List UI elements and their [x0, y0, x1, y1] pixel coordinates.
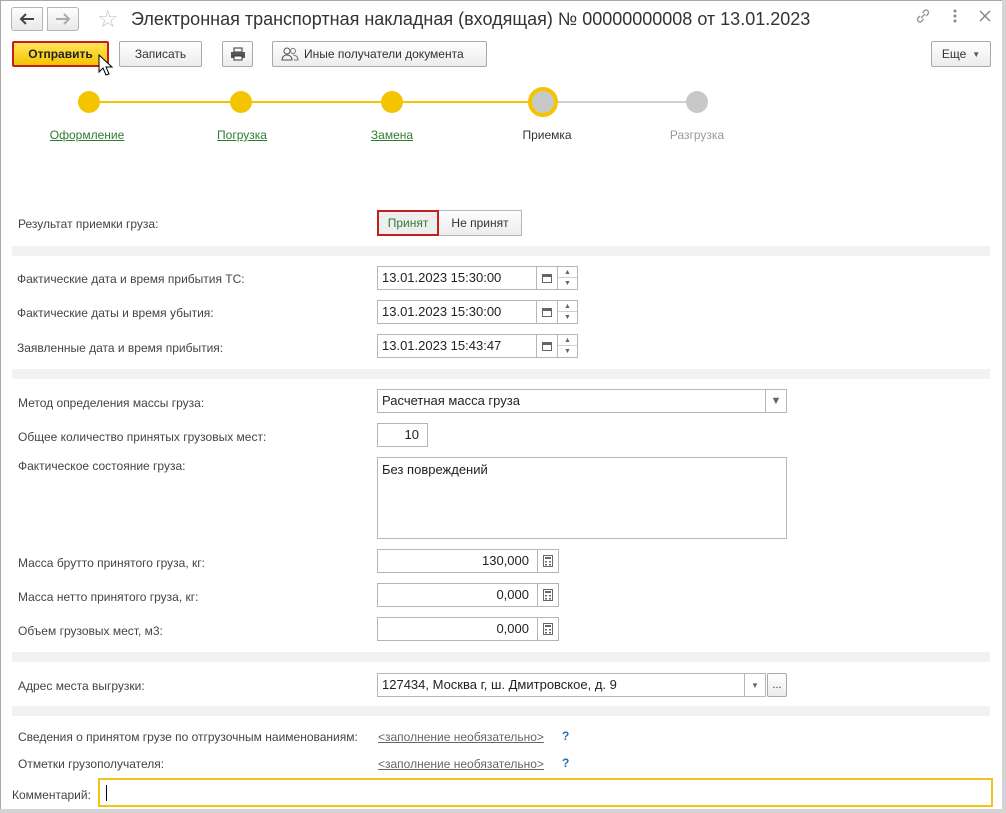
mouse-cursor-icon [98, 54, 114, 76]
save-button-label: Записать [134, 47, 187, 61]
step-dot-loading [230, 91, 252, 113]
step-unloading: Разгрузка [669, 128, 725, 142]
chevron-down-icon[interactable]: ▼ [745, 673, 766, 697]
declared-arrival-field[interactable]: 13.01.2023 15:43:47 [377, 334, 537, 358]
calculator-icon[interactable] [538, 617, 559, 641]
mass-method-select[interactable]: Расчетная масса груза [377, 389, 766, 413]
gross-mass-field[interactable]: 130,000 [377, 549, 538, 573]
calendar-icon[interactable] [537, 266, 558, 290]
link-icon[interactable] [915, 8, 931, 29]
acceptance-result-label: Результат приемки груза: [18, 217, 159, 231]
volume-label: Объем грузовых мест, м3: [18, 624, 163, 638]
arrival-spinner[interactable]: ▲ ▼ [558, 266, 578, 290]
consignee-marks-link[interactable]: <заполнение необязательно> [378, 757, 544, 771]
address-select-label: ... [772, 679, 782, 691]
star-icon[interactable]: ☆ [97, 5, 119, 34]
kebab-menu-icon[interactable] [952, 8, 958, 29]
progress-line-done [89, 101, 542, 103]
address-select-button[interactable]: ... [767, 673, 787, 697]
calendar-icon[interactable] [537, 300, 558, 324]
section-divider [12, 706, 990, 716]
calculator-icon[interactable] [538, 583, 559, 607]
help-icon[interactable]: ? [562, 729, 569, 743]
section-divider [12, 369, 990, 379]
save-button[interactable]: Записать [119, 41, 202, 67]
arrival-datetime-field[interactable]: 13.01.2023 15:30:00 [377, 266, 537, 290]
volume-field[interactable]: 0,000 [377, 617, 538, 641]
other-recipients-button[interactable]: Иные получатели документа [272, 41, 487, 67]
consignee-marks-label: Отметки грузополучателя: [18, 757, 165, 771]
places-count-label: Общее количество принятых грузовых мест: [18, 430, 267, 444]
calculator-icon[interactable] [538, 549, 559, 573]
step-dot-acceptance [528, 87, 558, 117]
step-acceptance: Приемка [522, 128, 572, 142]
section-divider [12, 246, 990, 256]
departure-spinner[interactable]: ▲ ▼ [558, 300, 578, 324]
accepted-items-link[interactable]: <заполнение необязательно> [378, 730, 544, 744]
comment-field[interactable] [98, 778, 993, 807]
print-button[interactable] [222, 41, 253, 67]
window-shadow-right [1002, 0, 1006, 813]
step-replacement[interactable]: Замена [371, 128, 413, 142]
arrow-left-icon [19, 13, 34, 25]
more-button-label: Еще [941, 47, 967, 61]
net-mass-field[interactable]: 0,000 [377, 583, 538, 607]
declared-arrival-label: Заявленные дата и время прибытия: [17, 341, 224, 355]
text-caret [106, 784, 107, 801]
places-count-field[interactable]: 10 [377, 423, 428, 447]
users-icon [281, 47, 299, 61]
gross-mass-label: Масса брутто принятого груза, кг: [18, 556, 205, 570]
section-divider [12, 652, 990, 662]
step-dot-registration [78, 91, 100, 113]
send-button-label: Отправить [28, 47, 93, 61]
accepted-toggle[interactable]: Принят [377, 210, 439, 236]
back-button[interactable] [11, 7, 43, 31]
chevron-down-icon[interactable]: ▼ [766, 389, 787, 413]
cargo-state-field[interactable]: Без повреждений [377, 457, 787, 539]
arrow-right-icon [56, 13, 71, 25]
more-button[interactable]: Еще ▼ [931, 41, 991, 67]
other-recipients-label: Иные получатели документа [304, 47, 464, 61]
help-icon[interactable]: ? [562, 756, 569, 770]
unload-address-field[interactable]: 127434, Москва г, ш. Дмитровское, д. 9 [377, 673, 745, 697]
step-loading[interactable]: Погрузка [217, 128, 267, 142]
not-accepted-toggle[interactable]: Не принят [438, 210, 522, 236]
printer-icon [230, 47, 245, 61]
mass-method-label: Метод определения массы груза: [18, 396, 205, 410]
step-dot-unloading [686, 91, 708, 113]
arrival-datetime-label: Фактические дата и время прибытия ТС: [17, 272, 245, 286]
progress-line-pending [554, 101, 697, 103]
close-icon[interactable] [979, 8, 991, 27]
declared-arrival-spinner[interactable]: ▲ ▼ [558, 334, 578, 358]
calendar-icon[interactable] [537, 334, 558, 358]
comment-label: Комментарий: [12, 788, 91, 802]
unload-address-label: Адрес места выгрузки: [18, 679, 145, 693]
step-dot-replacement [381, 91, 403, 113]
send-button[interactable]: Отправить [12, 41, 109, 67]
net-mass-label: Масса нетто принятого груза, кг: [18, 590, 199, 604]
departure-datetime-label: Фактические даты и время убытия: [17, 306, 214, 320]
chevron-down-icon: ▼ [972, 49, 981, 59]
window-shadow-bottom [0, 809, 1006, 813]
departure-datetime-field[interactable]: 13.01.2023 15:30:00 [377, 300, 537, 324]
step-registration[interactable]: Оформление [50, 128, 124, 142]
cargo-state-label: Фактическое состояние груза: [18, 459, 186, 473]
window-title: Электронная транспортная накладная (вход… [131, 9, 811, 29]
forward-button[interactable] [47, 7, 79, 31]
accepted-items-label: Сведения о принятом грузе по отгрузочным… [18, 730, 358, 744]
